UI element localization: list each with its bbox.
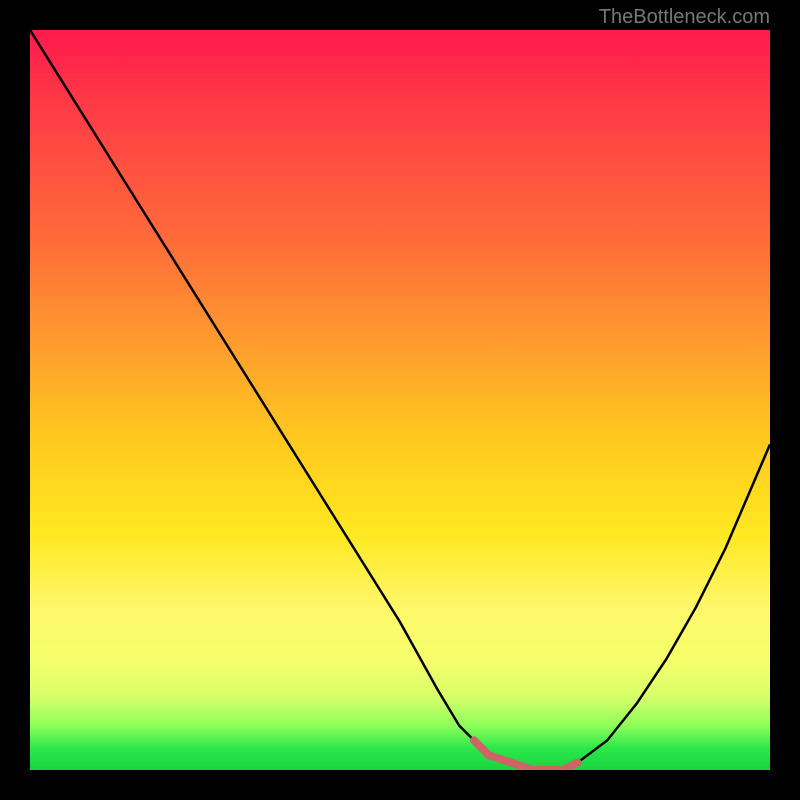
flat-zone-highlight-path [474, 740, 578, 770]
chart-container: TheBottleneck.com [0, 0, 800, 800]
watermark-text: TheBottleneck.com [599, 6, 770, 29]
plot-area [30, 30, 770, 770]
chart-svg [30, 30, 770, 770]
bottleneck-curve-path [30, 30, 770, 770]
